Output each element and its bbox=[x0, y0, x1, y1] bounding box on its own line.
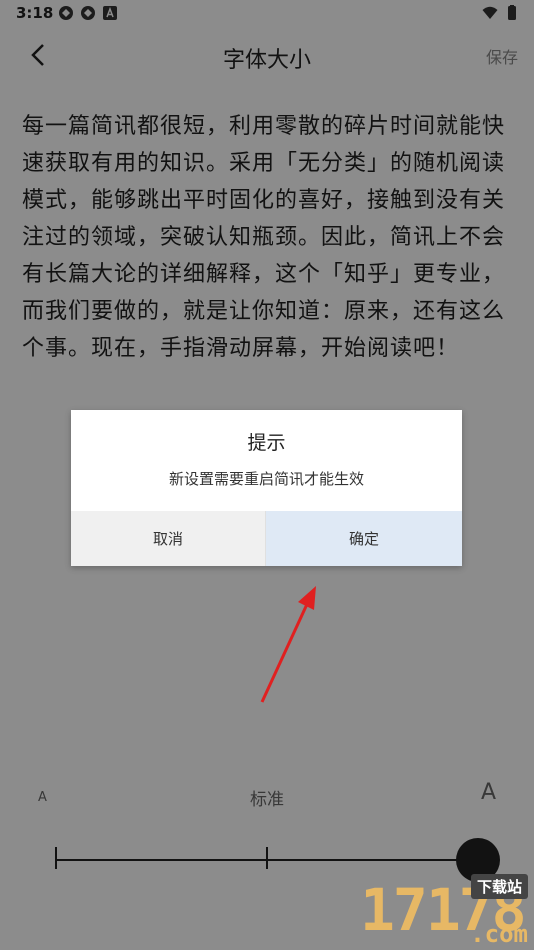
dialog-buttons: 取消 确定 bbox=[71, 511, 462, 566]
watermark-suffix: .com bbox=[470, 920, 528, 948]
dialog-message: 新设置需要重启简讯才能生效 bbox=[168, 470, 364, 488]
cancel-button[interactable]: 取消 bbox=[71, 511, 266, 566]
annotation-arrow-icon bbox=[260, 586, 316, 703]
watermark-badge: 下载站 bbox=[470, 874, 528, 899]
site-watermark: 17178 下载站 .com bbox=[294, 868, 534, 950]
confirm-button[interactable]: 确定 bbox=[266, 511, 462, 566]
dialog-title: 提示 bbox=[247, 432, 286, 454]
restart-prompt-dialog: 提示 新设置需要重启简讯才能生效 取消 确定 bbox=[71, 410, 462, 566]
